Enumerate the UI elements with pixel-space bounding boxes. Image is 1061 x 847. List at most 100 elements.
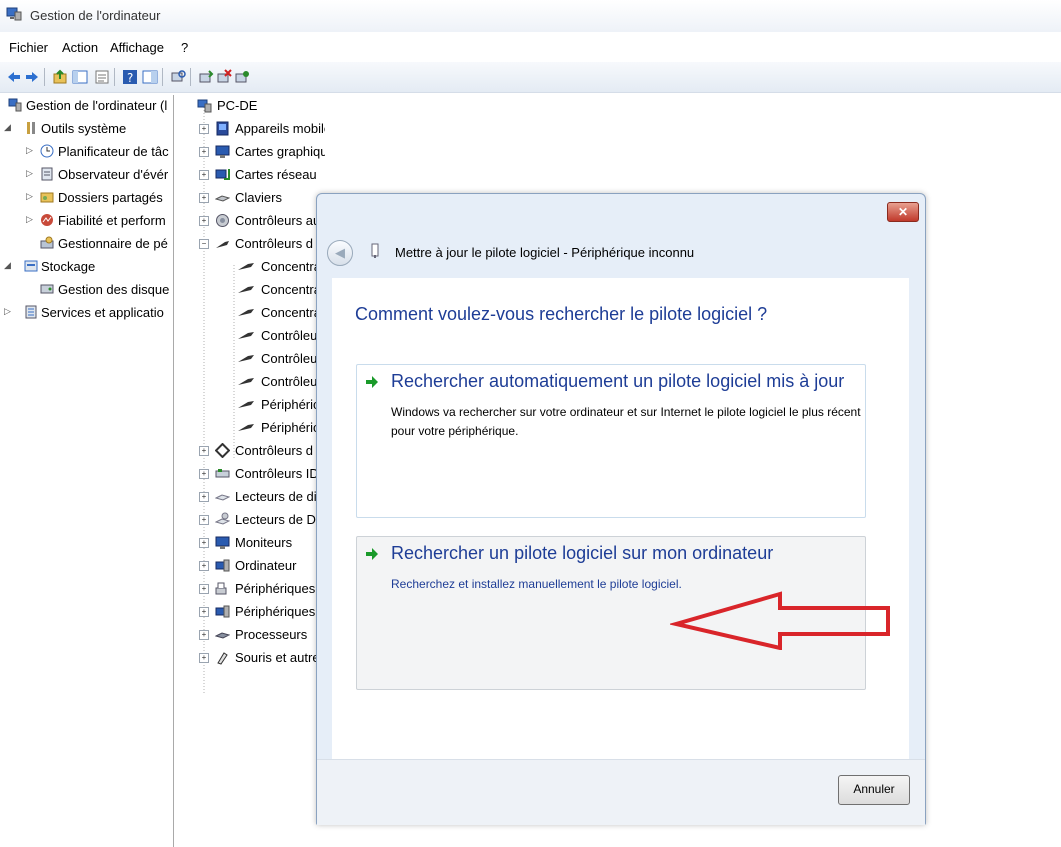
usb-plug-icon: [238, 332, 254, 339]
usb-plug-icon: [216, 241, 229, 248]
expand-box-icon[interactable]: +: [199, 147, 209, 157]
collapsed-triangle-icon[interactable]: ▷: [26, 168, 36, 179]
expand-box-icon[interactable]: +: [199, 170, 209, 180]
tree-item-label: Cartes graphiques: [235, 144, 325, 159]
option-title: Rechercher automatiquement un pilote log…: [391, 371, 845, 391]
uninstall-icon[interactable]: [216, 69, 232, 85]
tree-item-label: Concentra: [261, 282, 321, 297]
tree-item-label: Cartes réseau: [235, 167, 317, 182]
green-arrow-icon: [366, 548, 378, 560]
disk-icon: [40, 284, 54, 294]
dialog-question: Comment voulez-vous rechercher le pilote…: [355, 304, 768, 324]
disable-device-icon[interactable]: [234, 69, 250, 85]
collapsed-triangle-icon[interactable]: ▷: [26, 214, 36, 225]
tree-item-label: Périphéric: [261, 397, 320, 412]
expand-box-icon[interactable]: +: [199, 538, 209, 548]
scan-hardware-icon[interactable]: [170, 69, 186, 85]
expand-box-icon[interactable]: +: [199, 469, 209, 479]
expand-box-icon[interactable]: +: [199, 561, 209, 571]
menu-file[interactable]: Fichier: [9, 40, 48, 55]
collapsed-triangle-icon[interactable]: ▷: [4, 306, 14, 317]
forward-arrow-icon[interactable]: [24, 69, 40, 85]
back-button[interactable]: ◀: [327, 240, 353, 266]
console-tree-icon[interactable]: [72, 69, 88, 85]
collapsed-triangle-icon[interactable]: ▷: [26, 145, 36, 156]
expanded-triangle-icon[interactable]: ◢: [4, 122, 14, 133]
expand-box-icon[interactable]: +: [199, 446, 209, 456]
close-button[interactable]: ✕: [887, 202, 919, 222]
storage-icon: [24, 260, 38, 272]
tree-item-label: Lecteurs de D: [235, 512, 316, 527]
keyboard-icon: [215, 195, 230, 202]
red-annotation-arrow: [670, 591, 890, 650]
device-manager-icon: [40, 236, 54, 249]
computer-management-icon: [8, 98, 22, 112]
computer-icon: [215, 559, 230, 572]
pane-splitter[interactable]: [173, 95, 174, 847]
processor-icon: [215, 632, 230, 639]
menu-bar: Fichier Action Affichage ?: [0, 36, 1061, 60]
tree-item-label: Processeurs: [235, 627, 308, 642]
collapsed-triangle-icon[interactable]: ▷: [26, 191, 36, 202]
up-folder-icon[interactable]: [52, 69, 68, 85]
back-arrow-icon[interactable]: [6, 69, 22, 85]
menu-view[interactable]: Affichage: [110, 40, 164, 55]
usb-plug-icon: [238, 401, 254, 408]
dialog-title: Mettre à jour le pilote logiciel - Périp…: [395, 245, 695, 260]
expand-box-icon[interactable]: +: [199, 216, 209, 226]
peripheral-icon: [215, 605, 230, 618]
expand-box-icon[interactable]: +: [199, 607, 209, 617]
services-icon: [25, 305, 37, 319]
device-tree: − PC-DE + Appareils mobiles + Cartes gra…: [195, 95, 325, 847]
update-driver-icon[interactable]: [198, 69, 214, 85]
properties-icon[interactable]: [94, 69, 110, 85]
tree-item-label: Appareils mobiles: [235, 121, 325, 136]
show-hide-pane-icon[interactable]: [142, 69, 158, 85]
tree-item-label: Gestion de l'ordinateur (l: [26, 98, 168, 113]
storage-controller-icon: [215, 443, 230, 458]
expand-box-icon[interactable]: +: [199, 515, 209, 525]
tree-item-label: Observateur d'évér: [58, 167, 169, 182]
expand-box-icon[interactable]: +: [199, 124, 209, 134]
tree-item-label: Périphériques: [235, 581, 316, 596]
display-adapter-icon: [215, 145, 230, 158]
tree-item-label: Outils système: [41, 121, 127, 136]
tree-item-label: Stockage: [41, 259, 96, 274]
menu-help[interactable]: ?: [181, 40, 188, 55]
toolbar-separator: [44, 68, 45, 86]
computer-icon: [197, 99, 212, 113]
usb-plug-icon: [238, 286, 254, 293]
expand-box-icon[interactable]: +: [199, 630, 209, 640]
expand-box-icon[interactable]: +: [199, 492, 209, 502]
tree-item-label: Dossiers partagés: [58, 190, 163, 205]
tree-item-label: PC-DE: [217, 98, 258, 113]
dialog-footer: Annuler: [317, 759, 925, 825]
cancel-button[interactable]: Annuler: [838, 775, 910, 805]
peripheral-icon: [215, 582, 227, 595]
expand-box-icon[interactable]: +: [199, 584, 209, 594]
tree-item-label: Services et applicatio: [41, 305, 164, 320]
tree-item-label: Périphériques: [235, 604, 316, 619]
usb-plug-icon: [238, 309, 254, 316]
usb-plug-icon: [238, 378, 254, 385]
monitor-icon: [215, 536, 230, 549]
menu-action[interactable]: Action: [62, 40, 98, 55]
tree-item-label: Gestion des disque: [58, 282, 170, 297]
tree-item-label: Fiabilité et perform: [58, 213, 166, 228]
shared-folder-icon: [40, 192, 54, 203]
collapse-box-icon[interactable]: −: [199, 239, 209, 249]
tree-item-label: Périphéric: [261, 420, 320, 435]
toolbar-separator: [162, 68, 163, 86]
expand-box-icon[interactable]: +: [199, 193, 209, 203]
tree-item-label: Contrôleu: [261, 374, 318, 389]
console-tree: Gestion de l'ordinateur (l ◢ Outils syst…: [0, 95, 170, 847]
expanded-triangle-icon[interactable]: ◢: [4, 260, 14, 271]
tools-icon: [27, 122, 35, 134]
search-automatically-option[interactable]: Rechercher automatiquement un pilote log…: [356, 364, 866, 518]
option-description: Windows va rechercher sur votre ordinate…: [391, 405, 861, 438]
help-icon[interactable]: ?: [122, 69, 138, 85]
expand-box-icon[interactable]: +: [199, 653, 209, 663]
usb-plug-icon: [238, 424, 254, 431]
tree-item-label: Contrôleurs d: [235, 236, 314, 251]
window-titlebar: Gestion de l'ordinateur: [0, 0, 1061, 32]
